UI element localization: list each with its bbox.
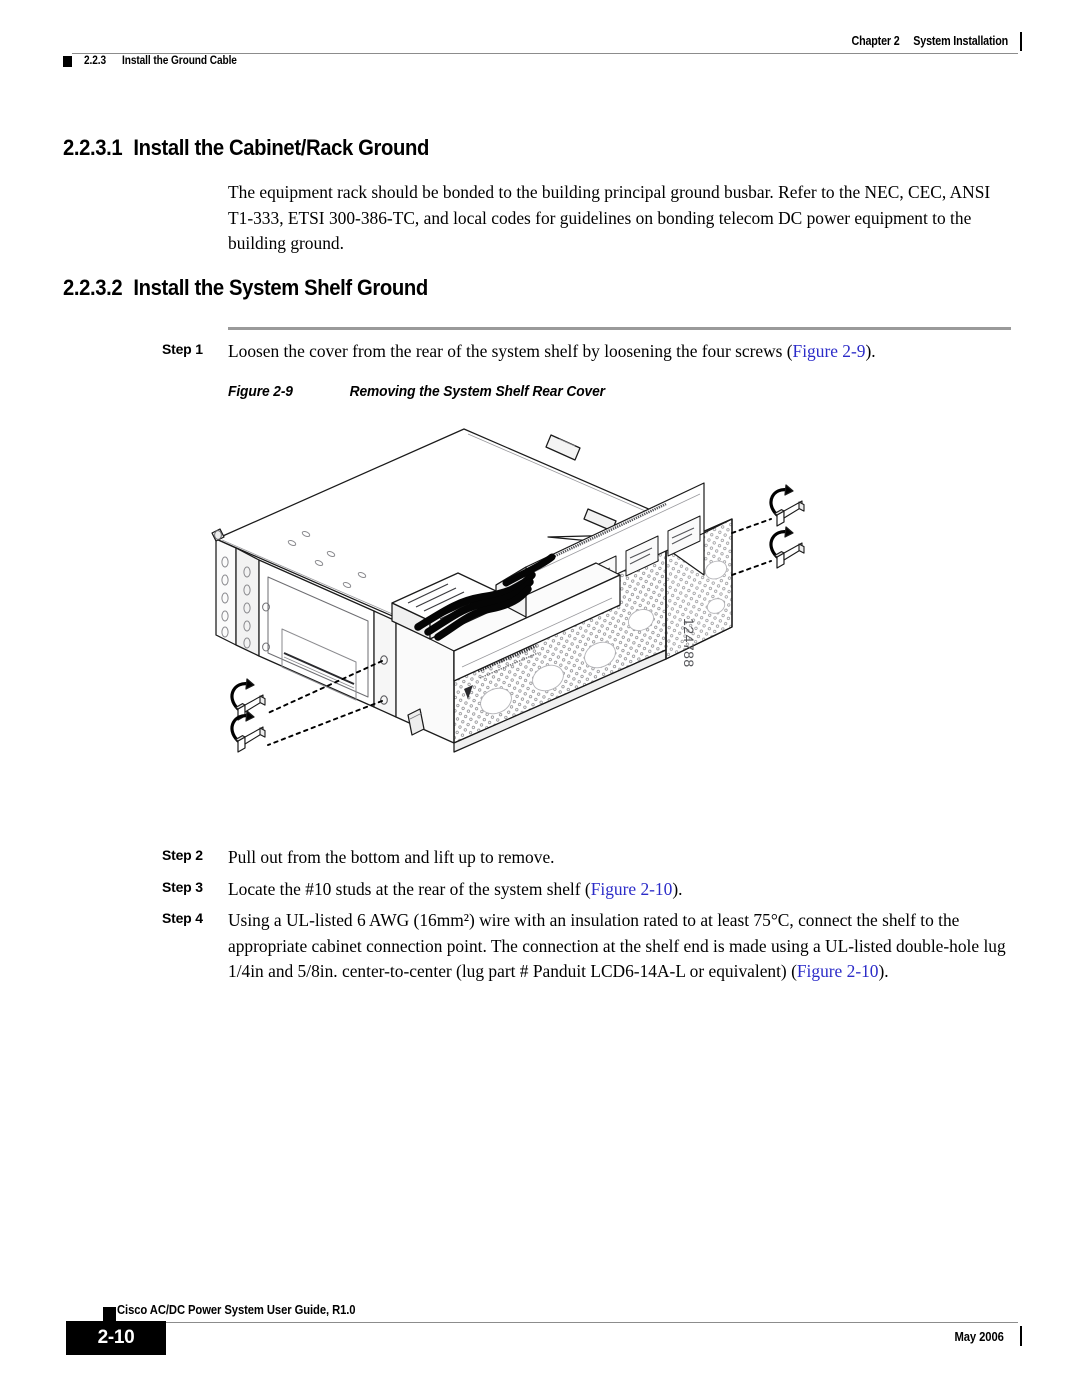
footer-square-bullet-icon: [103, 1307, 116, 1321]
step-text: Loosen the cover from the rear of the sy…: [228, 339, 1011, 365]
figure-artwork-id: 124788: [681, 618, 697, 668]
header-edge-tick: [1020, 32, 1022, 51]
header-chapter-title: System Installation: [913, 34, 1008, 48]
header-section-title: Install the Ground Cable: [122, 55, 237, 67]
step-item: Step 4 Using a UL-listed 6 AWG (16mm²) w…: [162, 908, 1011, 985]
heading-text: Install the Cabinet/Rack Ground: [133, 135, 429, 160]
step-text-after: ).: [865, 341, 876, 361]
square-bullet-icon: [63, 55, 72, 67]
step-text-before: Using a UL-listed 6 AWG (16mm²) wire wit…: [228, 910, 1006, 981]
cross-reference-link[interactable]: Figure 2-10: [797, 961, 879, 981]
header-chapter-info: Chapter 2 System Installation: [851, 34, 1008, 48]
step-text-before: Locate the #10 studs at the rear of the …: [228, 879, 591, 899]
cross-reference-link[interactable]: Figure 2-9: [793, 341, 866, 361]
step-item: Step 2 Pull out from the bottom and lift…: [162, 845, 1011, 871]
step-label: Step 1: [162, 341, 203, 357]
header-section-info: 2.2.3 Install the Ground Cable: [63, 55, 253, 67]
header-rule: [72, 53, 1018, 54]
step-text: Pull out from the bottom and lift up to …: [228, 845, 1011, 871]
footer-date: May 2006: [954, 1330, 1004, 1344]
step-text-before: Loosen the cover from the rear of the sy…: [228, 341, 793, 361]
step-text: Locate the #10 studs at the rear of the …: [228, 877, 1011, 903]
heading-install-system-shelf-ground: 2.2.3.2 Install the System Shelf Ground: [63, 275, 428, 301]
heading-text: Install the System Shelf Ground: [133, 275, 428, 300]
document-page: Chapter 2 System Installation 2.2.3 Insta…: [0, 0, 1080, 1397]
step-text: Using a UL-listed 6 AWG (16mm²) wire wit…: [228, 908, 1011, 985]
step-section-rule: [228, 327, 1011, 330]
step-label: Step 3: [162, 879, 203, 895]
heading-number: 2.2.3.1: [63, 135, 123, 160]
figure-artwork-shelf-rear-cover: [196, 415, 816, 825]
figure-number: Figure 2-9: [228, 384, 293, 400]
step-item: Step 3 Locate the #10 studs at the rear …: [162, 877, 1011, 903]
footer-rule: [72, 1322, 1018, 1323]
heading-install-cabinet-rack-ground: 2.2.3.1 Install the Cabinet/Rack Ground: [63, 135, 429, 161]
footer-edge-tick: [1020, 1326, 1022, 1346]
footer-guide-title: Cisco AC/DC Power System User Guide, R1.…: [117, 1303, 356, 1317]
step-label: Step 4: [162, 910, 203, 926]
step-text-before: Pull out from the bottom and lift up to …: [228, 847, 555, 867]
cross-reference-link[interactable]: Figure 2-10: [591, 879, 673, 899]
step-text-after: ).: [672, 879, 683, 899]
paragraph-cabinet-rack-ground: The equipment rack should be bonded to t…: [228, 182, 991, 253]
step-text-after: ).: [878, 961, 889, 981]
figure-title: Removing the System Shelf Rear Cover: [349, 384, 605, 400]
step-item: Step 1 Loosen the cover from the rear of…: [162, 339, 1011, 365]
header-section-number: 2.2.3: [84, 55, 107, 67]
step-label: Step 2: [162, 847, 203, 863]
footer-page-number: 2-10: [66, 1321, 166, 1355]
heading-number: 2.2.3.2: [63, 275, 123, 300]
header-chapter-number: Chapter 2: [851, 34, 900, 48]
figure-caption: Figure 2-9 Removing the System Shelf Rear…: [228, 384, 605, 400]
